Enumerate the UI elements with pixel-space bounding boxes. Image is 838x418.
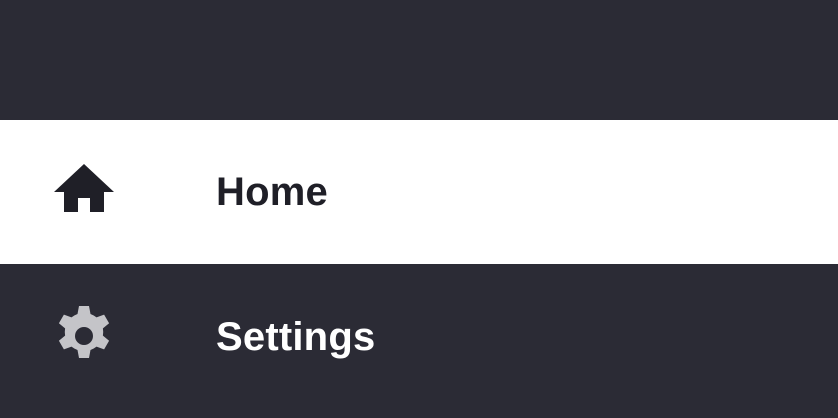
nav-item-settings[interactable]: Settings [0, 264, 838, 418]
nav-item-label: Home [216, 170, 328, 214]
home-icon [52, 160, 116, 224]
gear-icon [52, 304, 116, 368]
nav-item-label: Settings [216, 315, 376, 359]
navigation-drawer: Home Settings [0, 0, 838, 418]
nav-item-home[interactable]: Home [0, 120, 838, 264]
